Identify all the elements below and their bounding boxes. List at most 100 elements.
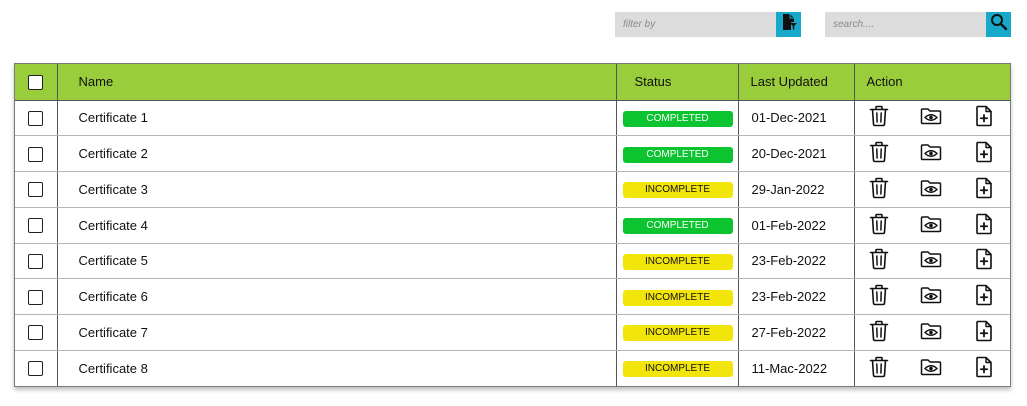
add-file-button[interactable]	[973, 177, 995, 202]
delete-button[interactable]	[868, 177, 890, 202]
trash-icon	[869, 356, 889, 381]
row-select-cell	[15, 135, 58, 172]
table-row: Certificate 7 INCOMPLETE 27-Feb-2022	[15, 314, 1010, 351]
add-file-button[interactable]	[973, 105, 995, 130]
status-cell: COMPLETED	[616, 207, 739, 244]
trash-icon	[869, 177, 889, 202]
status-cell: INCOMPLETE	[616, 278, 739, 315]
folder-eye-icon	[920, 143, 942, 164]
search-icon	[990, 13, 1008, 36]
view-button[interactable]	[920, 214, 942, 236]
certificate-name: Certificate 2	[57, 135, 617, 172]
view-button[interactable]	[920, 250, 942, 272]
add-file-button[interactable]	[973, 141, 995, 165]
view-button[interactable]	[920, 357, 942, 379]
select-all-checkbox[interactable]	[28, 74, 44, 90]
file-plus-icon	[975, 356, 993, 381]
view-button[interactable]	[920, 143, 942, 165]
row-checkbox[interactable]	[28, 182, 44, 198]
row-checkbox[interactable]	[28, 325, 44, 341]
add-file-button[interactable]	[973, 284, 995, 309]
folder-eye-icon	[920, 107, 942, 128]
delete-button[interactable]	[868, 320, 890, 345]
table-row: Certificate 5 INCOMPLETE 23-Feb-2022	[15, 243, 1010, 280]
folder-eye-icon	[920, 179, 942, 200]
add-file-button[interactable]	[973, 356, 995, 381]
delete-button[interactable]	[868, 284, 890, 309]
view-button[interactable]	[920, 178, 942, 200]
table-row: Certificate 4 COMPLETED 01-Feb-2022	[15, 207, 1010, 244]
row-checkbox[interactable]	[28, 146, 44, 162]
last-updated-date: 27-Feb-2022	[738, 314, 855, 351]
view-button[interactable]	[920, 107, 942, 129]
filter-button[interactable]	[776, 12, 801, 37]
status-cell: INCOMPLETE	[616, 350, 739, 386]
table-row: Certificate 8 INCOMPLETE 11-Mac-2022	[15, 350, 1010, 386]
row-checkbox[interactable]	[28, 218, 44, 234]
status-badge: INCOMPLETE	[622, 325, 733, 342]
view-button[interactable]	[920, 321, 942, 343]
row-checkbox[interactable]	[28, 361, 44, 377]
certificate-name: Certificate 7	[57, 314, 617, 351]
select-all-cell	[15, 64, 58, 101]
trash-icon	[869, 213, 889, 238]
file-filter-icon	[780, 13, 798, 36]
row-select-cell	[15, 314, 58, 351]
delete-button[interactable]	[868, 106, 890, 129]
row-checkbox[interactable]	[28, 110, 44, 126]
delete-button[interactable]	[868, 356, 890, 381]
trash-icon	[869, 320, 889, 345]
status-badge: INCOMPLETE	[622, 361, 733, 378]
status-badge: COMPLETED	[622, 218, 733, 235]
last-updated-date: 23-Feb-2022	[738, 278, 855, 315]
row-select-cell	[15, 207, 58, 244]
status-cell: COMPLETED	[616, 100, 739, 137]
certificates-table: Name Status Last Updated Action Certific…	[14, 63, 1011, 387]
file-plus-icon	[975, 213, 993, 238]
table-body: Certificate 1 COMPLETED 01-Dec-2021 Cert…	[15, 100, 1010, 386]
folder-eye-icon	[920, 215, 942, 236]
actions-cell	[854, 171, 1010, 208]
actions-cell	[854, 350, 1010, 386]
certificate-name: Certificate 5	[57, 243, 617, 280]
search-input[interactable]	[825, 12, 986, 37]
folder-eye-icon	[920, 250, 942, 271]
add-file-button[interactable]	[973, 320, 995, 343]
table-row: Certificate 1 COMPLETED 01-Dec-2021	[15, 100, 1010, 137]
status-badge: INCOMPLETE	[622, 253, 733, 270]
folder-eye-icon	[920, 322, 942, 343]
column-header-last-updated[interactable]: Last Updated	[738, 64, 855, 101]
table-header-row: Name Status Last Updated Action	[15, 64, 1010, 101]
view-button[interactable]	[920, 286, 942, 308]
add-file-button[interactable]	[973, 213, 995, 238]
actions-cell	[854, 314, 1010, 351]
trash-icon	[869, 284, 889, 309]
add-file-button[interactable]	[973, 248, 995, 273]
delete-button[interactable]	[868, 249, 890, 272]
delete-button[interactable]	[868, 141, 890, 165]
actions-cell	[854, 278, 1010, 315]
file-plus-icon	[975, 248, 993, 273]
row-select-cell	[15, 171, 58, 208]
row-select-cell	[15, 243, 58, 280]
search-button[interactable]	[986, 12, 1011, 37]
row-checkbox[interactable]	[28, 289, 44, 305]
folder-eye-icon	[920, 286, 942, 307]
file-plus-icon	[975, 177, 993, 202]
filter-input[interactable]	[615, 12, 776, 37]
last-updated-date: 23-Feb-2022	[738, 243, 855, 280]
status-badge: COMPLETED	[622, 146, 733, 163]
table-row: Certificate 2 COMPLETED 20-Dec-2021	[15, 135, 1010, 172]
column-header-name[interactable]: Name	[57, 64, 617, 101]
column-header-status[interactable]: Status	[616, 64, 739, 101]
certificate-name: Certificate 1	[57, 100, 617, 137]
actions-cell	[854, 100, 1010, 137]
file-plus-icon	[975, 284, 993, 309]
file-plus-icon	[975, 105, 993, 130]
delete-button[interactable]	[868, 213, 890, 238]
row-checkbox[interactable]	[28, 253, 44, 269]
certificate-name: Certificate 8	[57, 350, 617, 386]
actions-cell	[854, 243, 1010, 280]
last-updated-date: 01-Feb-2022	[738, 207, 855, 244]
row-select-cell	[15, 278, 58, 315]
